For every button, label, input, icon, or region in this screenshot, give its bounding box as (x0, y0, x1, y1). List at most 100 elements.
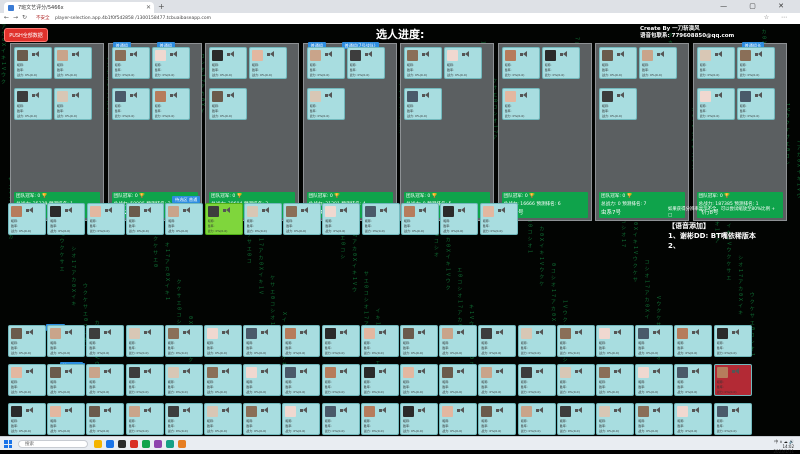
player-card[interactable]: 昵称: 胜率: 战力: 0%(0-0) (243, 203, 282, 235)
player-card[interactable]: 昵称: 胜率: 战力: 0%(0-0) (321, 364, 360, 396)
speaker-icon[interactable] (169, 91, 179, 100)
speaker-icon[interactable] (227, 91, 236, 100)
player-card[interactable]: 昵称: 胜率: 战力: 0%(0-0) (282, 403, 321, 435)
speaker-icon[interactable] (261, 328, 270, 337)
player-card[interactable]: 昵称: 胜率: 战力: 0%(0-0) (635, 403, 674, 435)
speaker-icon[interactable] (301, 206, 310, 215)
player-card[interactable]: 昵称: 胜率: 战力: 0%(0-0) (401, 203, 439, 235)
player-card[interactable]: 昵称: 胜率: 战力: 0%(0-0) (282, 325, 321, 357)
back-icon[interactable]: ← (4, 14, 9, 21)
player-card[interactable]: 昵称: 胜率: 战力: 0%(0-0) (86, 203, 125, 235)
player-card[interactable]: 昵称: 胜率: 战力: 0%(0-0) (111, 47, 150, 79)
player-card[interactable]: 昵称: 胜率: 战力: 0%(0-0) (243, 403, 282, 435)
player-card[interactable]: 昵称: 胜率: 战力: 0%(0-0) (209, 47, 247, 79)
speaker-icon[interactable] (574, 328, 584, 337)
player-card[interactable]: 昵称: 胜率: 战力: 0%(0-0) (86, 325, 125, 357)
player-card[interactable]: 昵称: 胜率: 战力: 0%(0-0) (596, 364, 634, 396)
speaker-icon[interactable] (422, 50, 431, 59)
speaker-icon[interactable] (104, 406, 113, 415)
url-bar[interactable]: 不安全 player-selection.app.4b1f0f5d2858 /1… (36, 14, 436, 23)
speaker-icon[interactable] (32, 91, 41, 100)
speaker-icon[interactable] (657, 50, 666, 59)
speaker-icon[interactable] (340, 206, 349, 215)
speaker-icon[interactable] (222, 367, 231, 376)
speaker-icon[interactable] (418, 406, 427, 415)
speaker-icon[interactable] (222, 328, 231, 337)
app-icon[interactable] (154, 440, 162, 448)
speaker-icon[interactable] (65, 328, 74, 337)
player-card[interactable]: 昵称: 胜率: 战力: 0%(0-0) (86, 364, 125, 396)
player-card[interactable]: 昵称: 胜率: 战力: 0%(0-0) (204, 403, 242, 435)
player-card[interactable]: 昵称: 胜率: 战力: 0%(0-0) (635, 364, 674, 396)
player-card[interactable]: 昵称: 胜率: 战力: 0%(0-0) (125, 203, 164, 235)
speaker-icon[interactable] (692, 328, 701, 337)
player-card[interactable]: 昵称: 胜率: 战力: 0%(0-0) (596, 403, 634, 435)
speaker-icon[interactable] (72, 50, 81, 59)
player-card[interactable]: 昵称: 胜率: 战力: 0%(0-0) (282, 364, 321, 396)
app-icon[interactable] (166, 440, 174, 448)
speaker-icon[interactable] (457, 367, 466, 376)
player-card[interactable]: 昵称: 胜率: 战力: 0%(0-0) (47, 364, 86, 396)
window-controls[interactable]: — ▢ ✕ (720, 2, 794, 10)
player-card[interactable]: 昵称: 胜率: 战力: 0%(0-0) (125, 364, 164, 396)
speaker-icon[interactable] (535, 406, 545, 415)
player-card[interactable]: 昵称: 胜率: 战力: 0%(0-0) (125, 325, 164, 357)
player-card[interactable]: 昵称: 胜率: 战力: 0%(0-0) (204, 325, 242, 357)
player-card[interactable]: 昵称: 胜率: 战力: 0%(0-0) (54, 88, 92, 120)
player-card[interactable]: 昵称: 胜率: 战力: 0%(0-0) (639, 47, 677, 79)
player-card[interactable]: 昵称: 胜率: 战力: 0%(0-0) (360, 325, 399, 357)
player-card[interactable]: 昵称: 胜率: 战力: 0%(0-0) (478, 403, 517, 435)
speaker-icon[interactable] (519, 91, 529, 100)
speaker-icon[interactable] (653, 367, 662, 376)
speaker-icon[interactable] (714, 91, 724, 100)
player-card[interactable]: 昵称: 胜率: 战力: 0%(0-0) (541, 47, 580, 79)
speaker-icon[interactable] (378, 406, 388, 415)
player-card[interactable]: 昵称: 胜率: 战力: 0%(0-0) (360, 364, 399, 396)
player-card[interactable]: 昵称: 胜率: 战力: 0%(0-0) (204, 203, 243, 235)
speaker-icon[interactable] (182, 328, 192, 337)
player-card[interactable]: 昵称: 胜率: 战力: 0%(0-0) (322, 203, 361, 235)
speaker-icon[interactable] (182, 367, 192, 376)
speaker-icon[interactable] (731, 367, 741, 376)
speaker-icon[interactable] (143, 328, 153, 337)
player-card[interactable]: 昵称: 胜率: 战力: 0%(0-0) (346, 47, 385, 79)
speaker-icon[interactable] (26, 406, 35, 415)
speaker-icon[interactable] (32, 50, 41, 59)
speaker-icon[interactable] (692, 406, 701, 415)
speaker-icon[interactable] (261, 406, 270, 415)
speaker-icon[interactable] (378, 328, 388, 337)
system-tray[interactable]: 中 ∧ ☁ 🔊 14:02 2023/1/11 (773, 439, 794, 454)
player-card[interactable]: 昵称: 胜率: 战力: 0%(0-0) (8, 325, 46, 357)
speaker-icon[interactable] (143, 406, 153, 415)
speaker-icon[interactable] (559, 50, 569, 59)
player-card[interactable]: 昵称: 胜率: 战力: 0%(0-0) (151, 88, 190, 120)
speaker-icon[interactable] (300, 406, 309, 415)
player-card[interactable]: 昵称: 胜率: 战力: 0%(0-0) (151, 47, 190, 79)
player-card[interactable]: 昵称: 胜率: 战力: 0%(0-0) (125, 403, 164, 435)
player-card[interactable]: 昵称: 胜率: 战力: 0%(0-0) (283, 203, 322, 235)
player-card[interactable]: 昵称: 胜率: 战力: 0%(0-0) (444, 47, 482, 79)
speaker-icon[interactable] (574, 367, 584, 376)
player-card[interactable]: 昵称: 胜率: 战力: 0%(0-0) (243, 364, 282, 396)
player-card[interactable]: 昵称: 胜率: 战力: 0%(0-0) (306, 88, 345, 120)
windows-start-icon[interactable] (4, 440, 12, 448)
speaker-icon[interactable] (496, 367, 505, 376)
speaker-icon[interactable] (614, 328, 623, 337)
speaker-icon[interactable] (731, 328, 741, 337)
speaker-icon[interactable] (458, 206, 467, 215)
speaker-icon[interactable] (692, 367, 701, 376)
player-card[interactable]: 昵称: 胜率: 战力: 0%(0-0) (478, 364, 517, 396)
player-card[interactable]: 昵称: 胜率: 战力: 0%(0-0) (249, 47, 287, 79)
edge-icon[interactable] (106, 440, 114, 448)
speaker-icon[interactable] (183, 206, 192, 215)
player-card[interactable]: 昵称: 胜率: 战力: 0%(0-0) (321, 403, 360, 435)
player-card[interactable]: 昵称: 胜率: 战力: 0%(0-0) (47, 325, 86, 357)
player-card[interactable]: 昵称: 胜率: 战力: 0%(0-0) (306, 47, 345, 79)
player-card[interactable]: 昵称: 胜率: 战力: 0%(0-0) (556, 364, 595, 396)
speaker-icon[interactable] (339, 367, 349, 376)
player-card[interactable]: 昵称: 胜率: 战力: 0%(0-0) (556, 403, 595, 435)
speaker-icon[interactable] (496, 406, 505, 415)
speaker-icon[interactable] (222, 206, 232, 215)
player-card[interactable]: 昵称: 胜率: 战力: 0%(0-0) (111, 88, 150, 120)
speaker-icon[interactable] (617, 91, 626, 100)
